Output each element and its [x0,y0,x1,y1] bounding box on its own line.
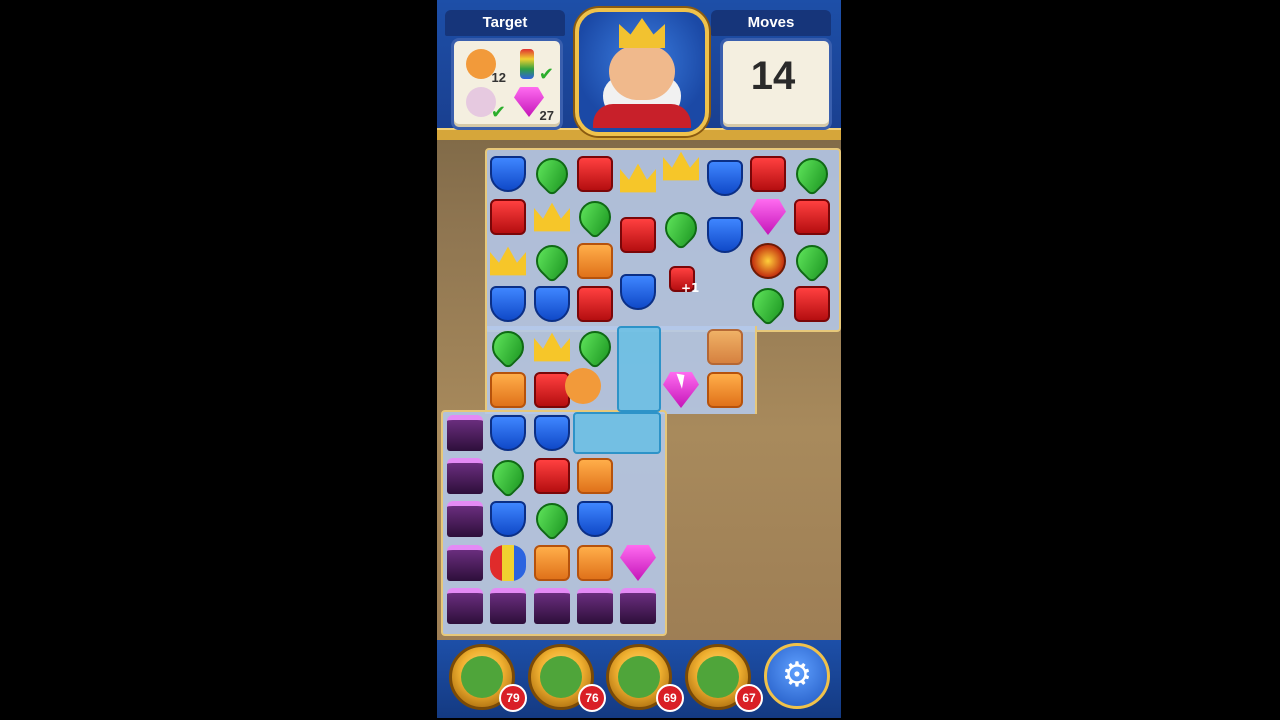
tile-shield[interactable] [577,501,613,537]
tile-cube[interactable] [750,156,786,192]
jester-hat-booster-count: 67 [735,684,763,712]
tile-gem[interactable] [620,545,656,581]
jester-hat-icon [697,656,739,698]
crown-icon [619,18,665,48]
tile-shield[interactable] [490,156,526,192]
tile-cube[interactable] [577,156,613,192]
target-panel: 12 ✔ ✔ 27 [451,38,563,130]
tile-toy-box[interactable] [707,329,743,365]
settings-button[interactable]: ⚙ [764,643,830,709]
tile-cube[interactable] [794,286,830,322]
tile-shield[interactable] [490,286,526,322]
game-screen: 12 ✔ ✔ 27 Target Moves 14 +1 79 76 69 67… [437,0,841,718]
target-gem: 27 [510,85,554,123]
tile-shield[interactable] [534,415,570,451]
target-teddy-count: 12 [491,70,506,85]
moves-title: Moves [711,10,831,36]
tile-toy-box[interactable] [577,243,613,279]
target-egg: ✔ [462,85,506,123]
ice-block [573,412,661,454]
tile-shield[interactable] [707,160,743,196]
tile-leaf[interactable] [789,151,835,197]
tile-gem[interactable] [750,199,786,235]
tile-crown[interactable] [534,329,570,365]
tile-shield[interactable] [490,501,526,537]
tile-leaf[interactable] [572,324,618,370]
tile-leaf[interactable] [658,205,704,251]
tile-shield[interactable] [490,415,526,451]
tile-teddy-bear[interactable] [565,368,601,404]
tile-magic-hat[interactable] [447,458,483,494]
tile-shield[interactable] [620,274,656,310]
tile-toy-box[interactable] [534,545,570,581]
gear-icon: ⚙ [781,655,813,695]
target-egg-check-icon: ✔ [490,102,506,123]
tile-cube[interactable] [490,199,526,235]
target-rocket-check-icon: ✔ [538,64,554,85]
tile-crown[interactable] [490,243,526,279]
tile-toy-box[interactable] [577,458,613,494]
tile-magic-hat[interactable] [534,588,570,624]
target-teddy: 12 [462,47,506,85]
arrow-booster-count: 76 [578,684,606,712]
target-title: Target [445,10,565,36]
moves-counter: 14 [750,54,796,98]
target-gem-count: 27 [539,108,554,123]
tile-magic-hat[interactable] [447,415,483,451]
tile-magic-hat[interactable] [490,588,526,624]
tile-toy-box[interactable] [490,372,526,408]
score-popup: +1 [681,281,700,295]
tile-toy-box[interactable] [707,372,743,408]
tile-shield[interactable] [534,286,570,322]
tile-crown[interactable] [620,160,656,196]
king-face [609,46,675,100]
hammer-booster-count: 79 [499,684,527,712]
king-robe [593,104,691,128]
tile-cube[interactable] [794,199,830,235]
ice-block [617,326,661,412]
tile-crown[interactable] [534,199,570,235]
king-avatar [575,8,709,136]
tile-cube[interactable] [534,458,570,494]
tile-cube[interactable] [577,286,613,322]
tile-magic-hat[interactable] [447,588,483,624]
tile-magic-hat[interactable] [620,588,656,624]
tile-cube[interactable] [620,217,656,253]
tile-leaf[interactable] [529,496,575,542]
tile-leaf[interactable] [529,151,575,197]
tile-leaf[interactable] [485,324,531,370]
tile-leaf[interactable] [789,238,835,284]
tile-crown[interactable] [663,148,699,184]
tile-tnt[interactable] [750,243,786,279]
tile-shield[interactable] [707,217,743,253]
tile-magic-hat[interactable] [447,545,483,581]
tile-leaf[interactable] [745,281,791,327]
tile-toy-box[interactable] [577,545,613,581]
target-rocket: ✔ [510,47,554,85]
cannon-icon [618,656,660,698]
tile-magic-hat[interactable] [447,501,483,537]
tile-leaf[interactable] [529,238,575,284]
tile-rocket[interactable] [490,545,526,581]
tile-magic-hat[interactable] [577,588,613,624]
cannon-booster-count: 69 [656,684,684,712]
tile-leaf[interactable] [572,194,618,240]
hammer-icon [461,656,503,698]
tile-leaf[interactable] [485,453,531,499]
bow-arrow-icon [540,656,582,698]
rocket-icon [520,49,534,79]
